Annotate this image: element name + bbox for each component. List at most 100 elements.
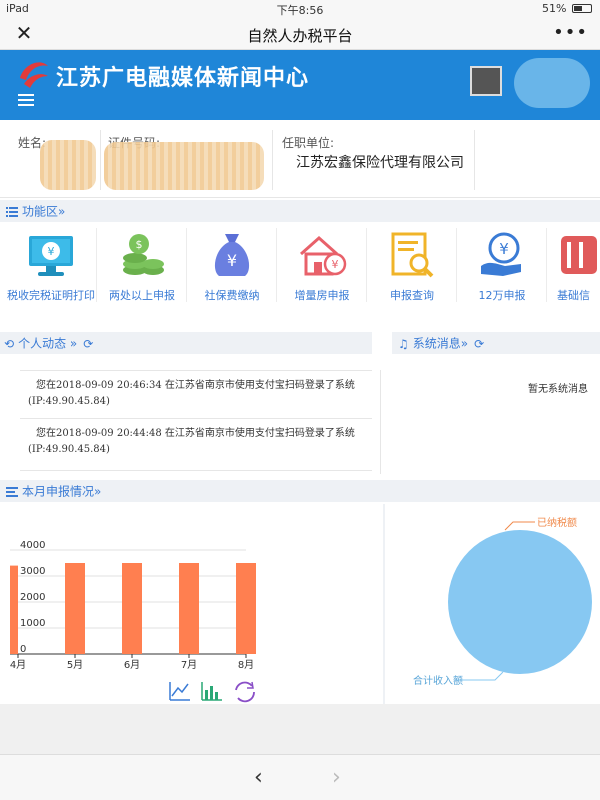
function-label: 增量房申报: [294, 289, 350, 302]
system-header: ♫ 系统消息» ⟳: [392, 332, 600, 354]
divider: [20, 418, 372, 419]
function-label: 税收完税证明打印: [7, 289, 95, 302]
org-name: 江苏广电融媒体新闻中心: [56, 66, 310, 91]
battery-indicator: 51%: [542, 2, 592, 15]
status-time: 下午8:56: [276, 4, 324, 17]
list-icon: [6, 206, 18, 217]
y-tick-label: 1000: [20, 618, 45, 629]
battery-icon: [572, 4, 592, 13]
activity-title[interactable]: 个人动态 »: [18, 337, 77, 351]
functions-title: 功能区»: [22, 204, 66, 219]
bar[interactable]: [122, 563, 142, 654]
x-tick-label: 7月: [181, 659, 197, 671]
x-tick-label: 4月: [10, 659, 26, 671]
pie-slice[interactable]: [448, 530, 592, 674]
browser-toolbar: ‹ ›: [0, 754, 600, 800]
document-search-icon: [391, 232, 434, 278]
pie-chart-svg: 已纳税额合计收入额: [413, 516, 592, 687]
divider: [20, 370, 372, 371]
avatar[interactable]: [470, 66, 502, 96]
money-bag-icon: ¥: [214, 234, 250, 276]
page-bottom: [0, 704, 600, 754]
functions-header: 功能区»: [0, 200, 600, 222]
refresh-icon[interactable]: [235, 681, 255, 703]
pie-label-line: [504, 521, 535, 531]
redacted-id: [104, 142, 264, 190]
function-multi-source[interactable]: $ 两处以上申报: [97, 230, 187, 318]
battery-percent: 51%: [542, 2, 567, 15]
monthly-pie-chart: 已纳税额合计收入额: [385, 504, 600, 704]
logo-icon: [20, 62, 48, 88]
monthly-bar-chart: 0 1000 2000 3000 4000 4月 5月 6月 7月 8月: [0, 504, 383, 704]
activity-item: 您在2018-09-09 20:46:34 在江苏省南京市使用支付宝扫码登录了系…: [24, 378, 372, 410]
refresh-icon[interactable]: ⟳: [83, 337, 93, 351]
redacted-overlay: [514, 58, 590, 108]
divider: [474, 130, 475, 190]
activity-ip: (IP:49.90.45.84): [28, 444, 110, 455]
forward-icon[interactable]: ›: [332, 765, 341, 790]
pie-label: 已纳税额: [537, 516, 577, 529]
redacted-name: [40, 140, 96, 190]
yen-hand-icon: ¥: [481, 232, 521, 276]
activity-item: 您在2018-09-09 20:44:48 在江苏省南京市使用支付宝扫码登录了系…: [24, 426, 372, 458]
y-tick-label: 4000: [20, 540, 45, 551]
svg-text:¥: ¥: [499, 240, 509, 258]
function-basic-info[interactable]: 基础信: [547, 230, 600, 318]
svg-text:$: $: [136, 238, 143, 251]
function-label: 12万申报: [478, 289, 526, 302]
activity-text: 您在2018-09-09 20:44:48 在江苏省南京市使用支付宝扫码登录了系…: [36, 428, 355, 439]
chart-icon: [6, 486, 18, 497]
svg-text:¥: ¥: [227, 251, 237, 270]
function-query[interactable]: 申报查询: [367, 230, 457, 318]
monthly-title[interactable]: 本月申报情况»: [22, 485, 101, 499]
x-tick-label: 6月: [124, 659, 140, 671]
back-icon[interactable]: ‹: [254, 765, 263, 790]
function-social-security[interactable]: ¥ 社保费缴纳: [187, 230, 277, 318]
y-tick-label: 3000: [20, 566, 45, 577]
function-grid: ¥ 税收完税证明打印 $ 两处以上申报 ¥ 社保费缴纳 ¥ 增量房申报 申报查询…: [0, 222, 600, 318]
activity-header: ⟲ 个人动态 » ⟳: [0, 332, 372, 354]
monthly-header: 本月申报情况»: [0, 480, 600, 502]
bar[interactable]: [236, 563, 256, 654]
more-icon[interactable]: •••: [553, 22, 588, 43]
function-property[interactable]: ¥ 增量房申报: [277, 230, 367, 318]
bar[interactable]: [10, 565, 18, 654]
divider: [272, 130, 273, 190]
divider: [380, 370, 381, 474]
divider: [100, 130, 101, 190]
menu-icon[interactable]: [18, 94, 34, 109]
x-tick-label: 5月: [67, 659, 83, 671]
house-icon: ¥: [300, 235, 347, 276]
history-icon: ⟲: [4, 336, 15, 351]
bar[interactable]: [179, 563, 199, 654]
activity-ip: (IP:49.90.45.84): [28, 396, 110, 407]
function-tax-certificate[interactable]: ¥ 税收完税证明打印: [6, 230, 96, 318]
function-120k[interactable]: ¥ 12万申报: [457, 230, 547, 318]
book-icon: [561, 236, 597, 274]
system-message: 暂无系统消息: [528, 384, 588, 395]
refresh-icon[interactable]: ⟳: [474, 337, 484, 351]
function-label: 社保费缴纳: [204, 289, 260, 302]
system-title[interactable]: 系统消息»: [413, 337, 468, 351]
bar-chart-svg: 0 1000 2000 3000 4000 4月 5月 6月 7月 8月: [10, 540, 256, 703]
divider: [20, 470, 372, 471]
svg-text:¥: ¥: [332, 258, 339, 271]
y-tick-label: 2000: [20, 592, 45, 603]
user-info: 姓名: 证件号码: 任职单位: 江苏宏鑫保险代理有限公司: [0, 120, 600, 198]
line-chart-icon[interactable]: [169, 682, 190, 701]
svg-text:¥: ¥: [48, 245, 55, 258]
pie-label: 合计收入额: [413, 674, 463, 687]
function-label: 基础信: [557, 289, 590, 302]
page-title: 自然人办税平台: [247, 27, 353, 45]
activity-text: 您在2018-09-09 20:46:34 在江苏省南京市使用支付宝扫码登录了系…: [36, 380, 355, 391]
monitor-icon: ¥: [29, 236, 73, 276]
employer-value: 江苏宏鑫保险代理有限公司: [296, 155, 464, 171]
header-banner: 江苏广电融媒体新闻中心: [0, 50, 600, 120]
status-bar: iPad 下午8:56 51%: [0, 0, 600, 18]
y-tick-label: 0: [20, 644, 26, 655]
bar[interactable]: [65, 563, 85, 654]
coins-icon: $: [123, 234, 164, 275]
x-tick-label: 8月: [238, 659, 254, 671]
employer-label: 任职单位:: [282, 136, 335, 150]
bar-chart-icon[interactable]: [201, 682, 222, 701]
